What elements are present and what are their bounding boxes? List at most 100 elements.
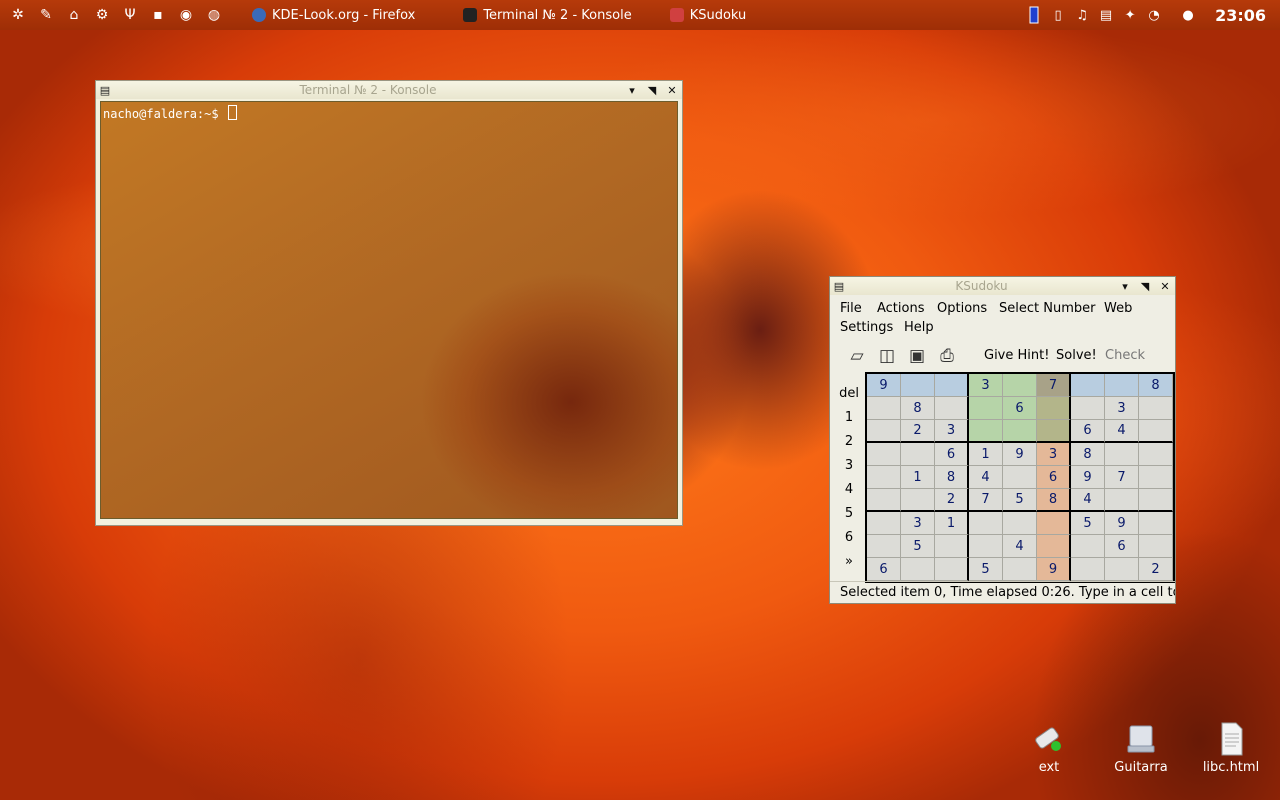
number-6[interactable]: 6 [834,530,864,545]
sudoku-cell[interactable] [969,397,1003,420]
sudoku-cell[interactable]: 9 [867,374,901,397]
sudoku-cell[interactable]: 3 [1105,397,1139,420]
terminal-icon[interactable]: ▪ [148,5,168,25]
sudoku-cell[interactable] [1139,535,1173,558]
sudoku-cell[interactable]: 9 [1003,443,1037,466]
check-button[interactable]: Check [1105,348,1145,363]
sudoku-cell[interactable]: 6 [1037,466,1071,489]
sudoku-cell[interactable] [1071,397,1105,420]
number-5[interactable]: 5 [834,506,864,521]
sudoku-cell[interactable] [867,420,901,443]
sudoku-cell[interactable]: 2 [935,489,969,512]
edit-icon[interactable]: ✎ [36,5,56,25]
menu-select-number[interactable]: Select Number [999,301,1095,316]
sudoku-cell[interactable] [901,374,935,397]
sudoku-cell[interactable] [1037,420,1071,443]
sudoku-cell[interactable] [867,397,901,420]
sudoku-cell[interactable] [969,420,1003,443]
sudoku-cell[interactable]: 9 [1105,512,1139,535]
globe-icon[interactable]: ◉ [176,5,196,25]
sudoku-cell[interactable]: 5 [969,558,1003,581]
sudoku-cell[interactable]: 8 [935,466,969,489]
sudoku-cell[interactable]: 8 [1071,443,1105,466]
close-icon[interactable]: ✕ [662,84,682,97]
terminal-area[interactable]: nacho@faldera:~$ [100,101,678,519]
battery-icon[interactable] [1025,6,1043,24]
open-icon[interactable]: ◫ [876,345,898,367]
sudoku-cell[interactable] [1071,374,1105,397]
sudoku-cell[interactable]: 9 [1037,558,1071,581]
sudoku-cell[interactable] [1003,374,1037,397]
sudoku-cell[interactable] [867,466,901,489]
sudoku-cell[interactable]: 3 [901,512,935,535]
scroll-down-icon[interactable]: » [834,554,864,569]
menu-actions[interactable]: Actions [877,301,925,316]
sudoku-cell[interactable]: 6 [935,443,969,466]
sudoku-cell[interactable] [1037,397,1071,420]
sudoku-cell[interactable] [1037,512,1071,535]
new-game-icon[interactable]: ▱ [846,345,868,367]
sudoku-cell[interactable] [901,443,935,466]
sudoku-cell[interactable]: 4 [1071,489,1105,512]
window-menu-icon[interactable]: ▤ [96,84,114,97]
sudoku-cell[interactable]: 8 [1139,374,1173,397]
kde-menu-icon[interactable]: ✲ [8,5,28,25]
display-icon[interactable]: ▤ [1097,6,1115,24]
sudoku-cell[interactable]: 3 [1037,443,1071,466]
sudoku-cell[interactable] [1003,420,1037,443]
sudoku-cell[interactable] [1139,420,1173,443]
sudoku-cell[interactable] [1105,489,1139,512]
network-status-icon[interactable]: ◔ [1145,6,1163,24]
number-1[interactable]: 1 [834,410,864,425]
network-icon[interactable]: Ψ [120,5,140,25]
volume-icon[interactable]: ♫ [1073,6,1091,24]
number-3[interactable]: 3 [834,458,864,473]
number-del[interactable]: del [834,386,864,401]
ksudoku-titlebar[interactable]: ▤ KSudoku ▾ ◥ ✕ [830,277,1175,295]
sudoku-cell[interactable] [935,535,969,558]
sudoku-cell[interactable]: 7 [1105,466,1139,489]
give-hint-button[interactable]: Give Hint! [984,348,1049,363]
task-firefox[interactable]: KDE-Look.org - Firefox [242,0,425,30]
sudoku-cell[interactable] [1139,397,1173,420]
sudoku-cell[interactable]: 1 [935,512,969,535]
sudoku-cell[interactable]: 2 [1139,558,1173,581]
sudoku-cell[interactable]: 2 [901,420,935,443]
sudoku-cell[interactable] [867,535,901,558]
number-4[interactable]: 4 [834,482,864,497]
sudoku-cell[interactable] [1003,558,1037,581]
sudoku-cell[interactable]: 6 [1071,420,1105,443]
sudoku-cell[interactable] [1139,443,1173,466]
sudoku-cell[interactable]: 3 [969,374,1003,397]
close-icon[interactable]: ✕ [1155,280,1175,293]
sudoku-cell[interactable] [901,558,935,581]
print-icon[interactable]: ⎙ [936,345,958,367]
updates-icon[interactable]: ✦ [1121,6,1139,24]
home-icon[interactable]: ⌂ [64,5,84,25]
menu-file[interactable]: File [840,301,862,316]
mouse-icon[interactable]: ● [1179,6,1197,24]
sudoku-cell[interactable] [969,512,1003,535]
sudoku-cell[interactable] [1003,512,1037,535]
sudoku-cell[interactable] [969,535,1003,558]
sudoku-cell[interactable] [867,512,901,535]
desktop-icon-ext[interactable]: ext [1009,722,1089,775]
desktop-icon-libc[interactable]: libc.html [1191,722,1271,775]
sudoku-cell[interactable]: 6 [1003,397,1037,420]
task-ksudoku[interactable]: KSudoku [660,0,757,30]
maximize-icon[interactable]: ◥ [1135,280,1155,293]
sudoku-cell[interactable]: 4 [1105,420,1139,443]
sudoku-cell[interactable]: 6 [867,558,901,581]
sudoku-cell[interactable]: 1 [901,466,935,489]
sudoku-cell[interactable] [935,558,969,581]
panel-clock[interactable]: 23:06 [1215,6,1266,25]
minimize-icon[interactable]: ▾ [1115,280,1135,293]
sudoku-cell[interactable]: 5 [1003,489,1037,512]
sudoku-cell[interactable]: 1 [969,443,1003,466]
sudoku-cell[interactable] [867,489,901,512]
menu-help[interactable]: Help [904,320,934,335]
sudoku-cell[interactable] [1105,374,1139,397]
sudoku-cell[interactable]: 9 [1071,466,1105,489]
sudoku-cell[interactable]: 5 [901,535,935,558]
sudoku-cell[interactable]: 7 [1037,374,1071,397]
